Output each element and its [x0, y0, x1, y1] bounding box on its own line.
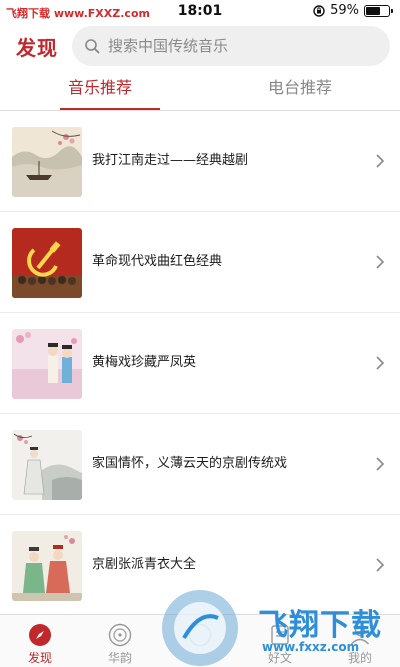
- item-title: 我打江南走过——经典越剧: [92, 153, 249, 168]
- compass-icon: [29, 624, 51, 646]
- watermark-text: 飞翔下载: [258, 608, 382, 643]
- status-bar: 飞翔下载 www.FXXZ.com 18:01 59%: [0, 0, 400, 24]
- opera-costume-thumbnail: [12, 531, 82, 601]
- item-title: 革命现代戏曲红色经典: [92, 254, 223, 269]
- battery-percent: 59%: [330, 3, 359, 18]
- tab-music-recommend[interactable]: 音乐推荐: [0, 70, 200, 110]
- chevron-right-icon: [376, 255, 385, 269]
- chevron-right-icon: [376, 457, 385, 471]
- list-item[interactable]: 我打江南走过——经典越剧: [0, 111, 400, 212]
- tabbar-item-discover[interactable]: 发现: [0, 615, 80, 667]
- playlist-list: 我打江南走过——经典越剧 革命现代戏曲红色经典 黄梅戏珍藏严凤英 家国情怀，义薄…: [0, 111, 400, 616]
- rotation-lock-icon: [313, 4, 325, 17]
- search-input[interactable]: [108, 37, 368, 55]
- page-title: 发现: [16, 36, 58, 60]
- list-item[interactable]: 革命现代戏曲红色经典: [0, 212, 400, 313]
- tab-radio-recommend[interactable]: 电台推荐: [200, 70, 400, 110]
- category-tabs: 音乐推荐 电台推荐: [0, 70, 400, 110]
- chevron-right-icon: [376, 154, 385, 168]
- search-box[interactable]: [72, 26, 390, 66]
- tabbar-label: 发现: [27, 651, 52, 665]
- landscape-boat-thumbnail: [12, 127, 82, 197]
- status-right: 59%: [313, 3, 393, 18]
- hammer-sickle-thumbnail: [12, 228, 82, 298]
- list-item[interactable]: 黄梅戏珍藏严凤英: [0, 313, 400, 414]
- battery-icon: [364, 4, 393, 17]
- search-icon: [85, 39, 100, 54]
- disc-icon: [108, 623, 132, 647]
- item-title: 家国情怀，义薄云天的京剧传统戏: [92, 456, 288, 471]
- chevron-right-icon: [376, 356, 385, 370]
- tabbar-item-huayun[interactable]: 华韵: [80, 615, 160, 667]
- watermark-url: www.fxxz.com: [262, 640, 360, 654]
- ink-painting-figure-thumbnail: [12, 430, 82, 500]
- item-title: 黄梅戏珍藏严凤英: [92, 355, 197, 370]
- list-item[interactable]: 家国情怀，义薄云天的京剧传统戏: [0, 414, 400, 515]
- tabbar-label: 华韵: [107, 651, 132, 665]
- header: 发现: [0, 24, 400, 68]
- opera-performers-thumbnail: [12, 329, 82, 399]
- chevron-right-icon: [376, 558, 385, 572]
